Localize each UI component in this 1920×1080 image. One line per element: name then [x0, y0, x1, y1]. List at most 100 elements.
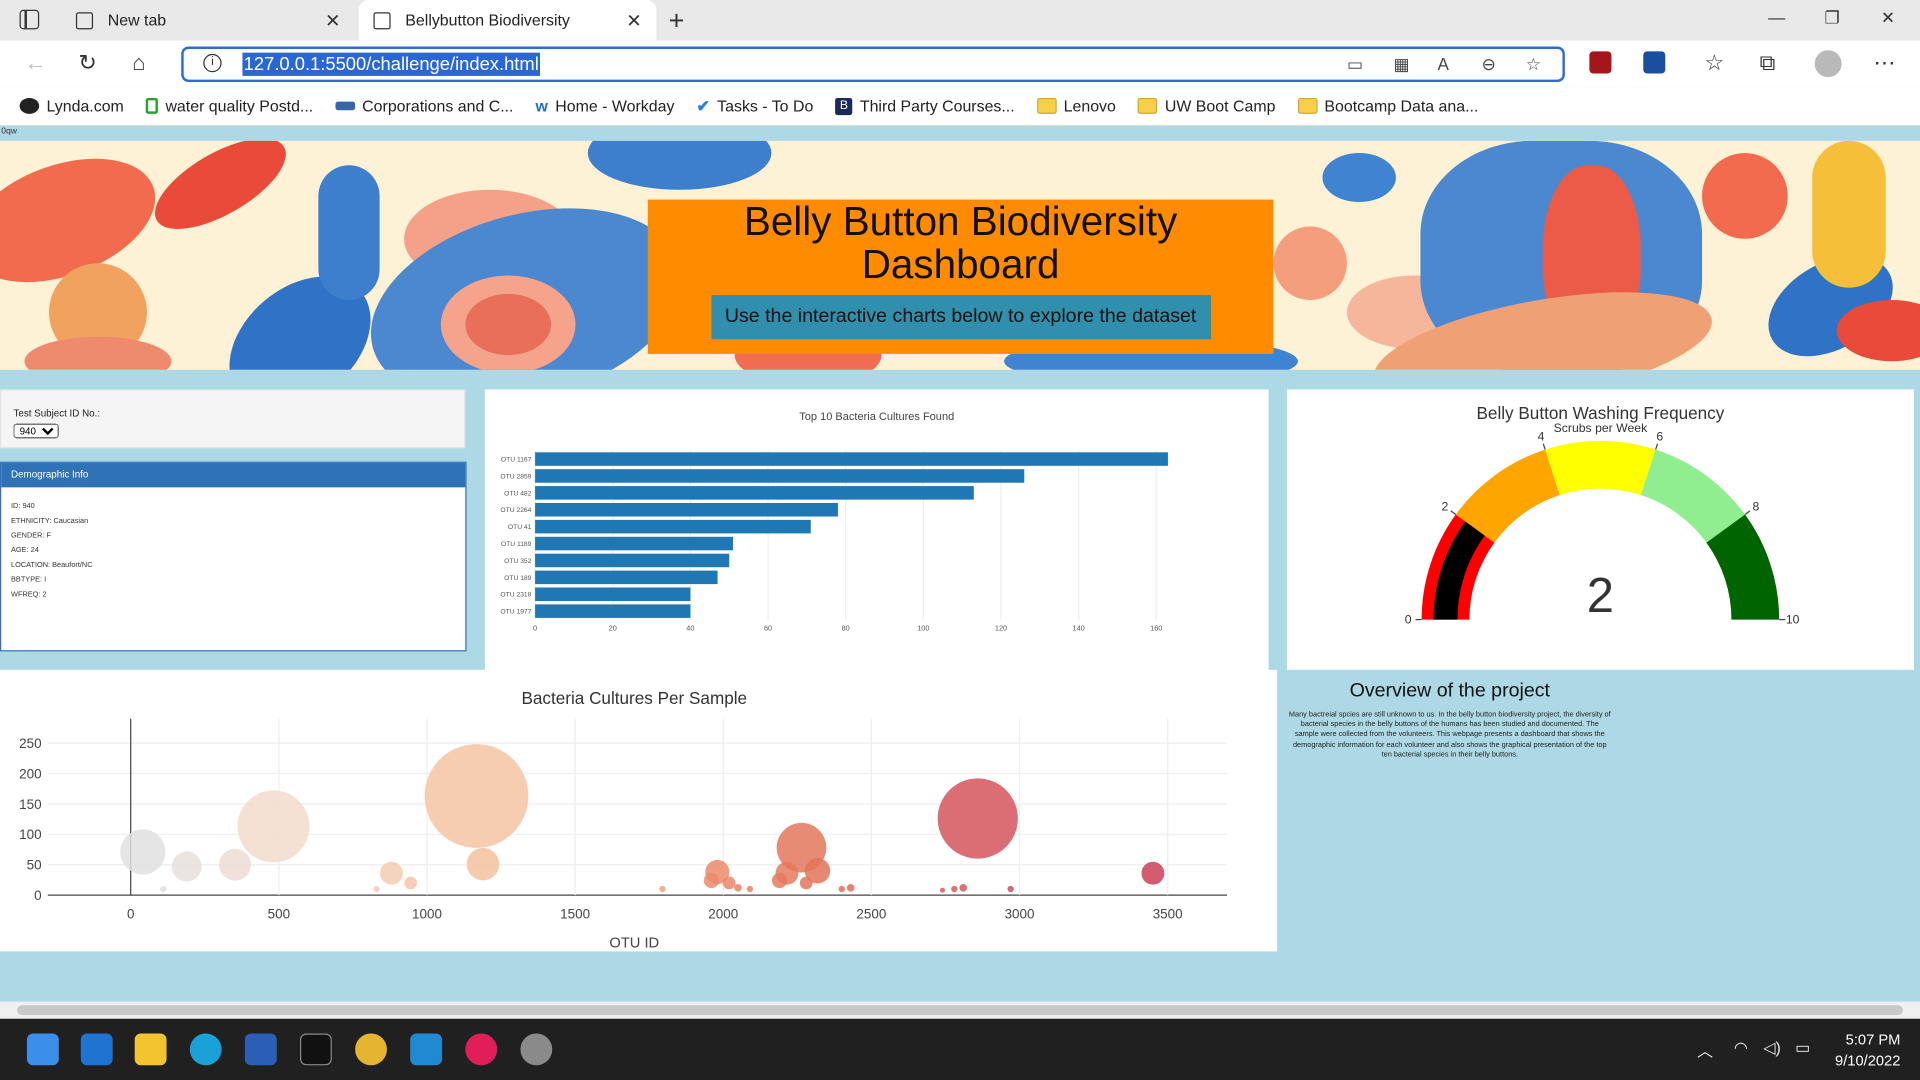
url-field[interactable]: i 127.0.0.1:5500/challenge/index.html ▭ …	[181, 46, 1565, 83]
bookmark-lenovo[interactable]: Lenovo	[1036, 97, 1116, 115]
collections-icon[interactable]: ⧉	[1760, 50, 1776, 76]
bookmark-water-quality[interactable]: water quality Postd...	[145, 97, 313, 115]
vscode-icon[interactable]	[410, 1033, 443, 1066]
bar-x-tick-label: 80	[842, 624, 850, 633]
bookmark-bootcamp-data[interactable]: Bootcamp Data ana...	[1297, 97, 1478, 115]
tab-actions-icon[interactable]	[19, 9, 40, 30]
bar	[535, 519, 811, 534]
bubble	[1007, 885, 1014, 893]
minimize-icon[interactable]: —	[1768, 7, 1785, 27]
edge-icon[interactable]	[189, 1033, 222, 1066]
bar-y-tick-label: OTU 1167	[501, 457, 532, 464]
windows-start-icon[interactable]	[26, 1033, 59, 1066]
subject-selector-well: Test Subject ID No.: 940	[0, 389, 466, 449]
read-aloud-icon[interactable]: A	[1438, 54, 1449, 74]
refresh-icon[interactable]: ↻	[78, 50, 96, 76]
corner-text: 0qw	[1, 127, 17, 136]
demographic-line: AGE: 24	[11, 547, 39, 555]
bar-y-tick-label: OTU 1977	[500, 609, 531, 616]
b-icon: B	[835, 97, 853, 115]
word-icon[interactable]	[244, 1033, 277, 1066]
chrome-icon[interactable]	[355, 1033, 387, 1066]
close-window-icon[interactable]: ✕	[1881, 7, 1895, 28]
bookmark-third-party[interactable]: B Third Party Courses...	[835, 96, 1015, 116]
bubble-x-tick-label: 2500	[856, 906, 886, 921]
bookmark-corporations[interactable]: Corporations and C...	[335, 97, 514, 115]
demographic-line: BBTYPE: I	[11, 576, 47, 585]
settings-icon[interactable]	[520, 1033, 553, 1066]
extension-icon[interactable]	[1643, 51, 1666, 74]
file-explorer-icon[interactable]	[134, 1033, 167, 1066]
horizontal-scrollbar[interactable]	[0, 1001, 1920, 1019]
address-bar: ← ↻ ⌂ i 127.0.0.1:5500/challenge/index.h…	[0, 40, 1920, 87]
bookmark-uw-boot-camp[interactable]: UW Boot Camp	[1137, 97, 1275, 115]
tab-bellybutton[interactable]: Bellybutton Biodiversity ✕	[358, 0, 657, 41]
wifi-icon[interactable]: ◠	[1734, 1038, 1748, 1058]
back-icon[interactable]: ←	[24, 50, 46, 76]
bubble	[373, 885, 380, 893]
tab-title: Bellybutton Biodiversity	[405, 11, 570, 30]
demographic-line: WFREQ: 2	[11, 591, 47, 599]
bar	[535, 536, 734, 551]
bookmark-workday[interactable]: w Home - Workday	[536, 97, 675, 115]
bubble-x-tick-label: 3500	[1153, 906, 1183, 921]
system-clock[interactable]: 5:07 PM 9/10/2022	[1835, 1030, 1900, 1072]
bubble	[379, 861, 403, 885]
close-tab-icon[interactable]: ✕	[626, 9, 641, 31]
restore-icon[interactable]: ❐	[1824, 7, 1839, 28]
bookmark-label: Third Party Courses...	[859, 96, 1015, 116]
mail-icon[interactable]	[80, 1033, 113, 1066]
qr-icon[interactable]: ▦	[1393, 54, 1409, 75]
site-info-icon[interactable]: i	[203, 53, 222, 73]
bookmark-lynda[interactable]: Lynda.com	[19, 96, 124, 116]
bar-y-tick-label: OTU 189	[504, 575, 532, 582]
terminal-icon[interactable]	[300, 1033, 332, 1066]
bar-chart[interactable]: Top 10 Bacteria Cultures Found 0 20 40 60 80 1…	[485, 389, 1269, 674]
bubble-y-tick-label: 150	[19, 797, 41, 812]
bubble-x-axis-title: OTU ID	[609, 936, 659, 952]
ublock-extension-icon[interactable]	[1589, 51, 1612, 74]
scrollbar-thumb[interactable]	[17, 1005, 1903, 1016]
bubble	[424, 744, 529, 848]
bar	[535, 469, 1025, 483]
app-available-icon[interactable]: ▭	[1347, 54, 1363, 75]
bar-x-tick-label: 20	[609, 624, 617, 633]
zoom-icon[interactable]: ⊖	[1482, 54, 1496, 75]
close-tab-icon[interactable]: ✕	[325, 9, 340, 31]
gauge-tick-label: 4	[1538, 429, 1545, 443]
battery-icon[interactable]: ▭	[1795, 1038, 1810, 1058]
demographic-line: ETHNICITY: Caucasian	[11, 517, 89, 526]
more-menu-icon[interactable]: ⋯	[1873, 50, 1895, 76]
bar-x-tick-label: 0	[533, 624, 537, 633]
gauge-tick	[1450, 510, 1457, 516]
url-text[interactable]: 127.0.0.1:5500/challenge/index.html	[242, 52, 541, 76]
demographic-line: ID: 940	[11, 503, 35, 511]
bubble-y-tick-label: 0	[34, 888, 41, 903]
page-icon	[373, 11, 391, 29]
gauge-chart[interactable]: Belly Button Washing FrequencyScrubs per…	[1287, 389, 1914, 669]
show-hidden-icons[interactable]: ︿	[1697, 1038, 1713, 1061]
volume-icon[interactable]: ◁)	[1763, 1038, 1781, 1058]
hero-banner: Belly Button Biodiversity Dashboard Use …	[0, 140, 1920, 370]
favorite-star-icon[interactable]: ☆	[1526, 54, 1541, 75]
gauge-value-label: 2	[1587, 569, 1614, 623]
bar-y-tick-label: OTU 1189	[501, 541, 532, 548]
subject-id-dropdown[interactable]: 940	[13, 423, 59, 439]
new-tab-button[interactable]: +	[669, 5, 685, 37]
page-title: Belly Button Biodiversity Dashboard	[743, 198, 1178, 287]
bubble-chart[interactable]: Bacteria Cultures Per Sample 0 50 100 150 200…	[0, 670, 1277, 952]
favorites-icon[interactable]: ☆	[1704, 50, 1724, 76]
home-icon[interactable]: ⌂	[132, 50, 145, 76]
bookmarks-bar: Lynda.com water quality Postd... Corpora…	[0, 86, 1920, 127]
bar-y-tick-label: OTU 482	[504, 490, 532, 497]
gauge-tick-label: 2	[1441, 499, 1448, 513]
profile-avatar[interactable]	[1814, 50, 1842, 78]
folder-icon	[1137, 97, 1158, 114]
gauge-tick	[1744, 510, 1751, 516]
project-overview: Overview of the project Many bactreial s…	[1288, 681, 1611, 761]
bookmark-label: Home - Workday	[555, 96, 675, 116]
slack-icon[interactable]	[465, 1033, 498, 1066]
bookmark-tasks[interactable]: ✔ Tasks - To Do	[696, 96, 813, 116]
bookmark-label: Lynda.com	[46, 96, 124, 116]
tab-new-tab[interactable]: New tab ✕	[61, 0, 355, 40]
